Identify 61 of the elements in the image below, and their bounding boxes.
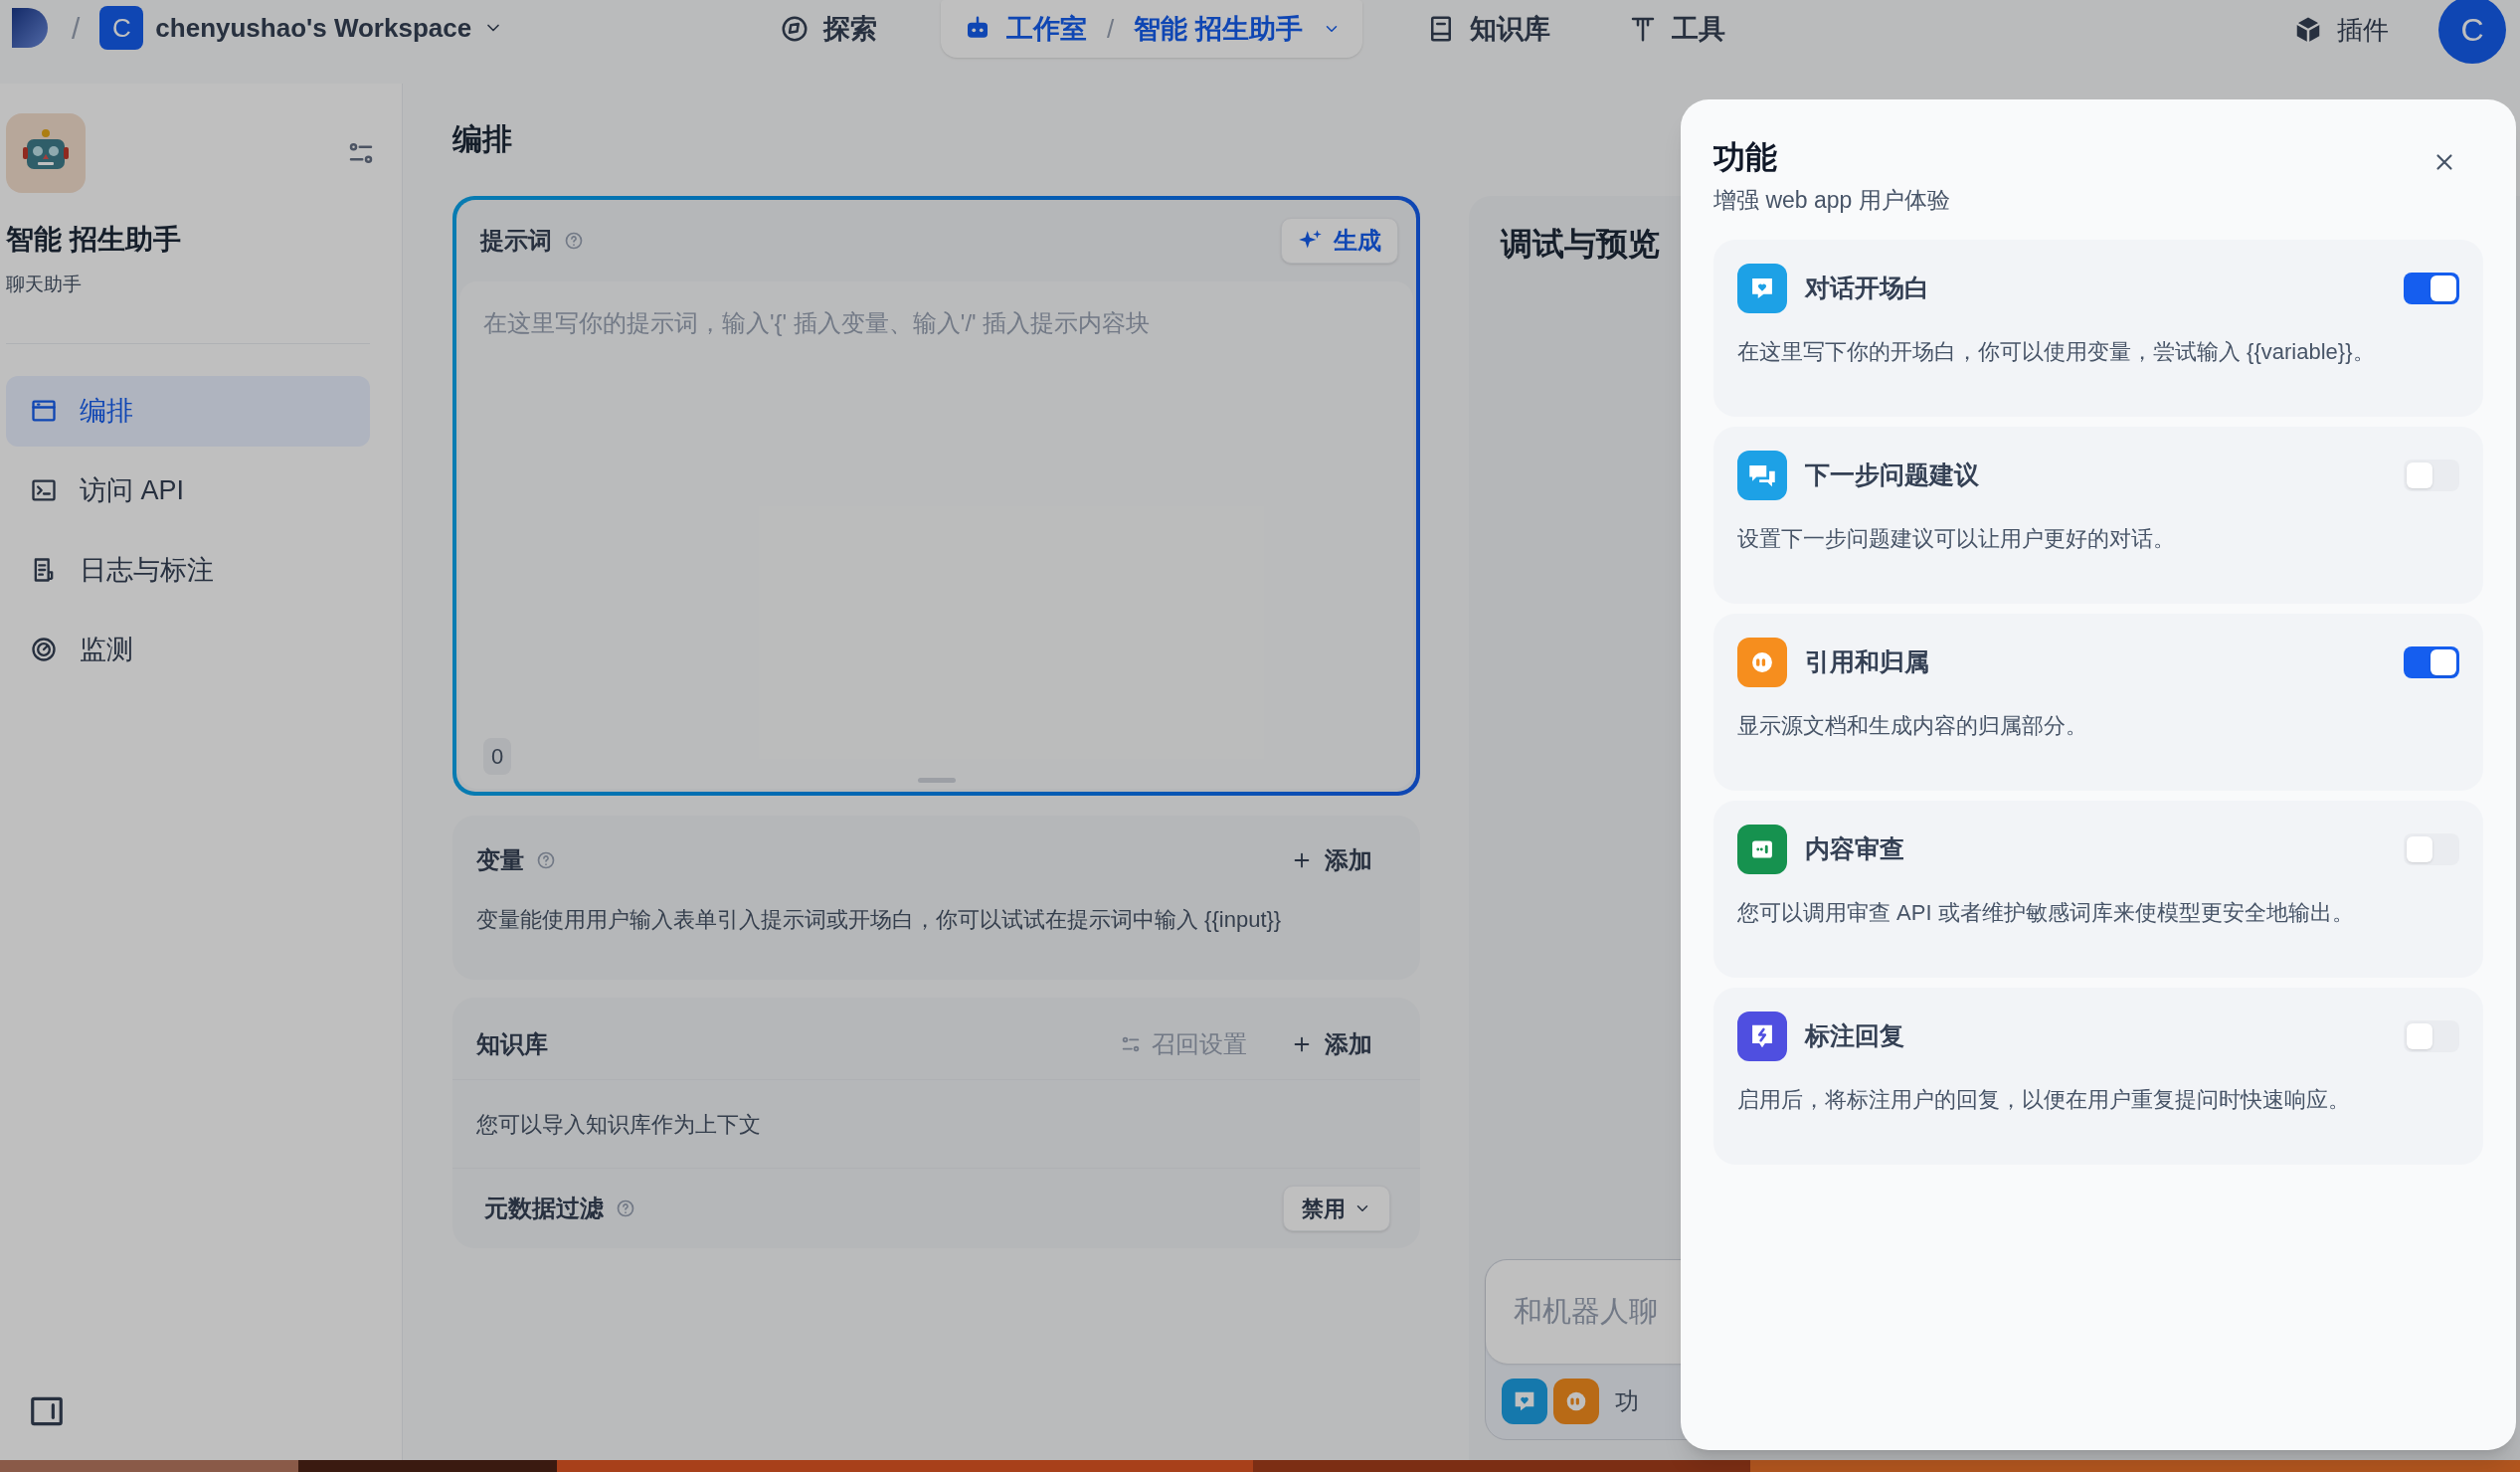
panel-title: 调试与预览: [1501, 225, 1661, 264]
metadata-filter-label: 元数据过滤: [484, 1194, 604, 1223]
feature-title: 下一步问题建议: [1805, 459, 1979, 490]
workspace-switcher[interactable]: C chenyushao's Workspace: [99, 6, 504, 50]
help-icon: [536, 850, 556, 870]
sidebar-item[interactable]: 监测: [6, 614, 370, 685]
app-type: 聊天助手: [6, 273, 83, 296]
features-button[interactable]: 功: [1615, 1383, 1639, 1419]
feature-title: 对话开场白: [1805, 272, 1929, 303]
toggle-switch[interactable]: [2404, 1019, 2459, 1052]
nav-tab-label[interactable]: 知识库: [1469, 8, 1550, 50]
dialog-subtitle: 增强 web app 用户体验: [1713, 186, 1950, 215]
help-icon: [564, 231, 584, 251]
toggle-switch[interactable]: [2404, 832, 2459, 865]
metadata-filter-dropdown[interactable]: 禁用: [1283, 1186, 1390, 1231]
card-description: 您可以导入知识库作为上下文: [475, 1110, 762, 1139]
sidebar-item[interactable]: 日志与标注: [6, 534, 370, 606]
feature-icon: [1502, 1379, 1547, 1424]
card-title: 知识库: [476, 1029, 548, 1059]
toggle-switch[interactable]: [2404, 272, 2459, 304]
dialog-title: 功能: [1713, 138, 1778, 177]
breadcrumb-separator: /: [72, 10, 81, 47]
feature-description: 您可以调用审查 API 或者维护敏感词库来使模型更安全地输出。: [1737, 898, 2355, 927]
card-title: 变量: [476, 845, 524, 875]
feature-description: 显示源文档和生成内容的归属部分。: [1737, 711, 2088, 740]
generate-button[interactable]: 生成: [1281, 218, 1398, 264]
add-button[interactable]: 添加: [1291, 1026, 1372, 1062]
breadcrumb-separator: /: [1107, 12, 1115, 46]
nav-tab[interactable]: 知识库: [1411, 0, 1564, 58]
feature-icon: [1553, 1379, 1599, 1424]
nav-tab-label[interactable]: 工作室: [1006, 8, 1087, 50]
toggle-switch[interactable]: [2404, 459, 2459, 491]
cube-icon: [2293, 15, 2323, 45]
gauge-icon: [30, 636, 58, 663]
nav-tab[interactable]: 工作室 / 智能 招生助手: [941, 0, 1362, 58]
add-button[interactable]: 添加: [1291, 842, 1372, 878]
robot-icon: [6, 113, 86, 193]
feature-description: 设置下一步问题建议可以让用户更好的对话。: [1737, 524, 2176, 553]
sidebar-item[interactable]: 访问 API: [6, 455, 370, 526]
prompt-title: 提示词: [480, 226, 552, 256]
feature-description: 启用后，将标注用户的回复，以便在用户重复提问时快速响应。: [1737, 1085, 2351, 1114]
resize-handle[interactable]: [917, 778, 956, 783]
toggle-switch[interactable]: [2404, 645, 2459, 678]
card-description: 变量能使用用户输入表单引入提示词或开场白，你可以试试在提示词中输入 {{input}}: [475, 906, 1283, 934]
section-heading: 编排: [452, 121, 512, 157]
nav-tab-label[interactable]: 探索: [823, 8, 877, 50]
user-avatar[interactable]: C: [2438, 0, 2506, 64]
nav-tab[interactable]: 工具: [1613, 0, 1739, 58]
nav-tab-label[interactable]: 工具: [1671, 8, 1725, 50]
help-icon: [616, 1198, 635, 1218]
sidebar-item[interactable]: 编排: [6, 375, 370, 447]
feature-title: 内容审查: [1805, 832, 1904, 864]
feature-description: 在这里写下你的开场白，你可以使用变量，尝试输入 {{variable}}。: [1737, 337, 2376, 366]
character-count: 0: [483, 738, 512, 775]
nav-tab[interactable]: 探索: [766, 0, 891, 58]
compass-icon: [780, 14, 810, 44]
app-name: 智能 招生助手: [6, 223, 182, 257]
app-name[interactable]: 智能 招生助手: [1134, 8, 1303, 50]
plugins-button[interactable]: 插件: [2293, 10, 2389, 50]
feature-title: 标注回复: [1805, 1019, 1904, 1051]
feature-title: 引用和归属: [1805, 645, 1929, 677]
